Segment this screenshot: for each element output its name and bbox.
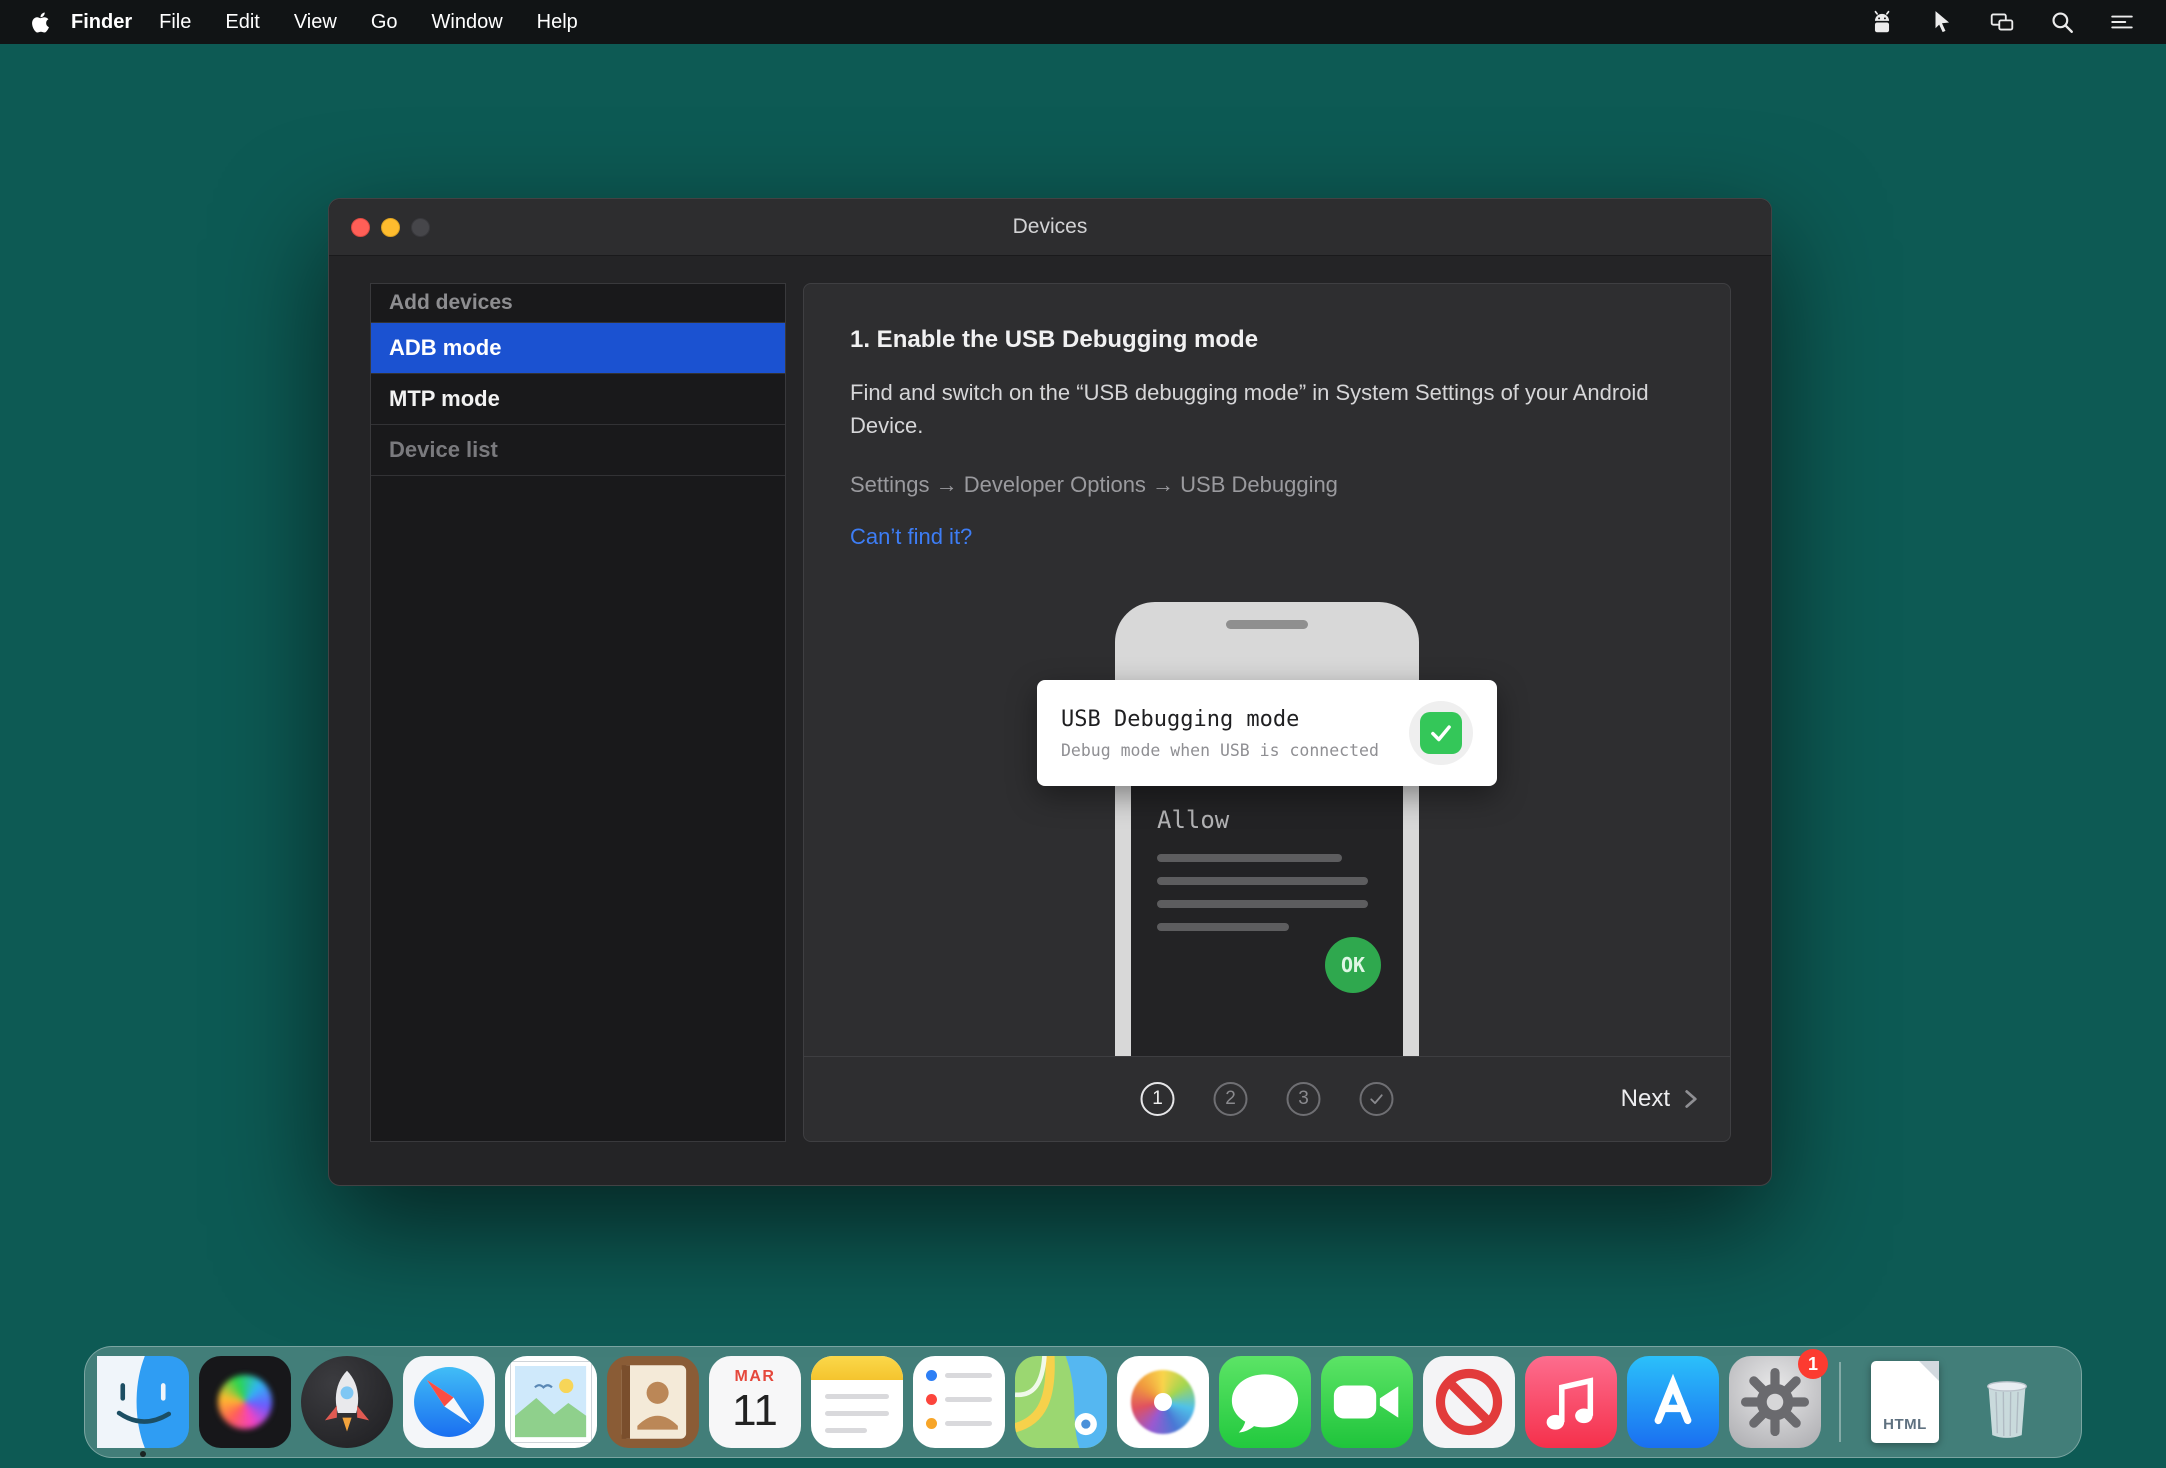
toggle-card-text: USB Debugging mode Debug mode when USB i…	[1061, 707, 1379, 760]
dock: MAR11 1 HTML	[84, 1346, 2082, 1458]
dock-blocked-app-icon[interactable]	[1423, 1356, 1515, 1448]
checkbox-checked-icon	[1409, 701, 1473, 765]
cursor-pointer-icon[interactable]	[1928, 8, 1956, 36]
desktop: Finder FileEditViewGoWindowHelp Devices …	[0, 0, 2166, 1468]
dock-system-preferences-icon[interactable]: 1	[1729, 1356, 1821, 1448]
spotlight-search-icon[interactable]	[2048, 8, 2076, 36]
dock-music-icon[interactable]	[1525, 1356, 1617, 1448]
dock-app-store-icon[interactable]	[1627, 1356, 1719, 1448]
menu-go[interactable]: Go	[354, 11, 415, 34]
sidebar-item-adb-mode[interactable]: ADB mode	[371, 323, 785, 374]
dock-facetime-icon[interactable]	[1321, 1356, 1413, 1448]
settings-path: Settings → Developer Options → USB Debug…	[850, 472, 1684, 498]
window-titlebar[interactable]: Devices	[329, 199, 1771, 256]
dock-trash-icon[interactable]	[1961, 1356, 2053, 1448]
menu-list-icon[interactable]	[2108, 8, 2136, 36]
phone-screen: Allow OK	[1131, 786, 1403, 1057]
allow-label: Allow	[1157, 806, 1377, 834]
apple-logo-icon	[30, 12, 51, 33]
skeleton-line	[1157, 923, 1289, 931]
menu-window[interactable]: Window	[415, 11, 520, 34]
active-app-name[interactable]: Finder	[71, 11, 132, 34]
devices-window: Devices Add devices ADB modeMTP modeDevi…	[328, 198, 1772, 1186]
content-panel: 1. Enable the USB Debugging mode Find an…	[803, 283, 1731, 1142]
menu-file[interactable]: File	[142, 11, 208, 34]
menu-view[interactable]: View	[277, 11, 354, 34]
dock-separator	[1839, 1362, 1841, 1442]
next-button[interactable]: Next	[1621, 1084, 1706, 1114]
window-title: Devices	[329, 199, 1771, 255]
step-complete-icon	[1360, 1082, 1394, 1116]
sidebar: Add devices ADB modeMTP modeDevice list	[370, 283, 786, 1142]
step-title: 1. Enable the USB Debugging mode	[850, 326, 1684, 354]
phone-frame: Allow OK	[1115, 602, 1419, 1057]
dock-safari-icon[interactable]	[403, 1356, 495, 1448]
step-circle-3[interactable]: 3	[1287, 1082, 1321, 1116]
dock-launchpad-icon[interactable]	[301, 1356, 393, 1448]
usb-debugging-toggle-card: USB Debugging mode Debug mode when USB i…	[1037, 680, 1497, 786]
display-mirroring-icon[interactable]	[1988, 8, 2016, 36]
dock-html-file-icon[interactable]: HTML	[1859, 1356, 1951, 1448]
menu-bar: Finder FileEditViewGoWindowHelp	[0, 0, 2166, 44]
cant-find-it-link[interactable]: Can’t find it?	[850, 524, 972, 550]
android-device-icon[interactable]	[1868, 8, 1896, 36]
dock-finder-icon[interactable]	[97, 1356, 189, 1448]
sidebar-header: Add devices	[371, 284, 785, 323]
step-description: Find and switch on the “USB debugging mo…	[850, 376, 1650, 442]
dock-siri-icon[interactable]	[199, 1356, 291, 1448]
dock-mail-icon[interactable]	[505, 1356, 597, 1448]
skeleton-line	[1157, 877, 1368, 885]
menu-help[interactable]: Help	[520, 11, 595, 34]
menu-bar-status-area	[1868, 8, 2166, 36]
menu-edit[interactable]: Edit	[208, 11, 276, 34]
dock-reminders-icon[interactable]	[913, 1356, 1005, 1448]
dock-contacts-icon[interactable]	[607, 1356, 699, 1448]
apple-menu[interactable]	[22, 12, 59, 33]
step-circle-2[interactable]: 2	[1214, 1082, 1248, 1116]
next-label: Next	[1621, 1085, 1670, 1113]
step-circle-1[interactable]: 1	[1141, 1082, 1175, 1116]
dock-calendar-icon[interactable]: MAR11	[709, 1356, 801, 1448]
skeleton-line	[1157, 900, 1368, 908]
sidebar-item-device-list[interactable]: Device list	[371, 425, 785, 476]
chevron-right-icon	[1676, 1084, 1706, 1114]
dock-photos-icon[interactable]	[1117, 1356, 1209, 1448]
step-pagination: 1 2 3	[1141, 1082, 1394, 1116]
toggle-title: USB Debugging mode	[1061, 707, 1379, 732]
toggle-subtitle: Debug mode when USB is connected	[1061, 741, 1379, 760]
wizard-footer: 1 2 3 Next	[804, 1056, 1730, 1141]
phone-speaker	[1226, 620, 1308, 629]
menu-items: FileEditViewGoWindowHelp	[142, 11, 595, 34]
dock-maps-icon[interactable]	[1015, 1356, 1107, 1448]
notification-badge: 1	[1798, 1349, 1828, 1379]
running-app-indicator	[140, 1451, 146, 1457]
skeleton-line	[1157, 854, 1342, 862]
dock-messages-icon[interactable]	[1219, 1356, 1311, 1448]
dock-notes-icon[interactable]	[811, 1356, 903, 1448]
ok-button-illustration: OK	[1325, 937, 1381, 993]
sidebar-item-mtp-mode[interactable]: MTP mode	[371, 374, 785, 425]
